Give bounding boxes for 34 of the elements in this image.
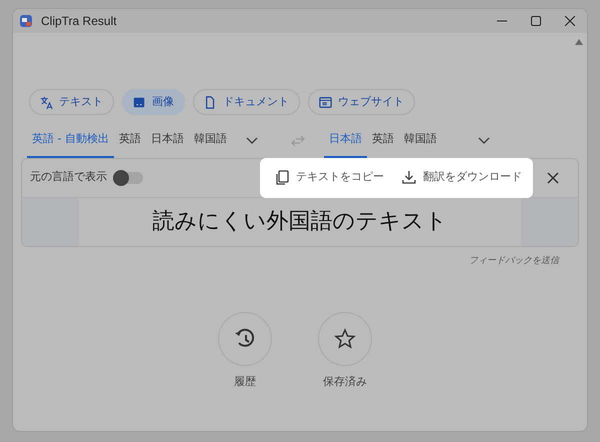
star-icon — [334, 328, 356, 350]
scroll-up-icon[interactable] — [575, 39, 583, 45]
toggle-switch[interactable] — [115, 172, 143, 184]
language-tab[interactable]: 英語 — [366, 125, 399, 158]
window-title: ClipTra Result — [41, 13, 117, 30]
mode-tab[interactable]: テキスト — [29, 89, 114, 115]
language-tab[interactable]: 韓国語 — [398, 125, 442, 158]
translated-text: 読みにくい外国語のテキスト — [152, 208, 448, 236]
mode-tab[interactable]: ウェブサイト — [308, 89, 415, 115]
action-button[interactable]: 翻訳をダウンロード — [397, 165, 527, 190]
copy-icon — [275, 170, 290, 185]
language-tab[interactable]: 韓国語 — [188, 125, 232, 158]
app-logo-icon — [19, 14, 33, 28]
language-tab[interactable]: 日本語 — [146, 125, 189, 158]
round-button[interactable] — [318, 312, 372, 366]
chevron-down-icon[interactable] — [478, 137, 490, 146]
action-button[interactable]: テキストをコピー — [270, 165, 389, 190]
chevron-down-icon[interactable] — [246, 137, 258, 146]
maximize-icon — [531, 16, 541, 26]
mode-tab[interactable]: ドキュメント — [193, 89, 300, 115]
download-icon — [402, 170, 417, 185]
document-icon — [204, 96, 217, 108]
round-button[interactable] — [218, 312, 272, 366]
button-label: 保存済み — [323, 374, 367, 390]
web-page-icon — [319, 96, 332, 108]
language-tab[interactable]: 英語 — [114, 125, 146, 158]
close-icon — [547, 172, 559, 184]
button-label: 履歴 — [234, 374, 256, 390]
toggle-label: 元の言語で表示 — [30, 169, 107, 186]
image-icon — [133, 96, 146, 108]
mode-tab[interactable]: 画像 — [122, 89, 185, 115]
feedback-link[interactable]: フィードバックを送信 — [469, 254, 559, 268]
translate-icon — [40, 96, 53, 108]
close-icon — [565, 16, 575, 26]
